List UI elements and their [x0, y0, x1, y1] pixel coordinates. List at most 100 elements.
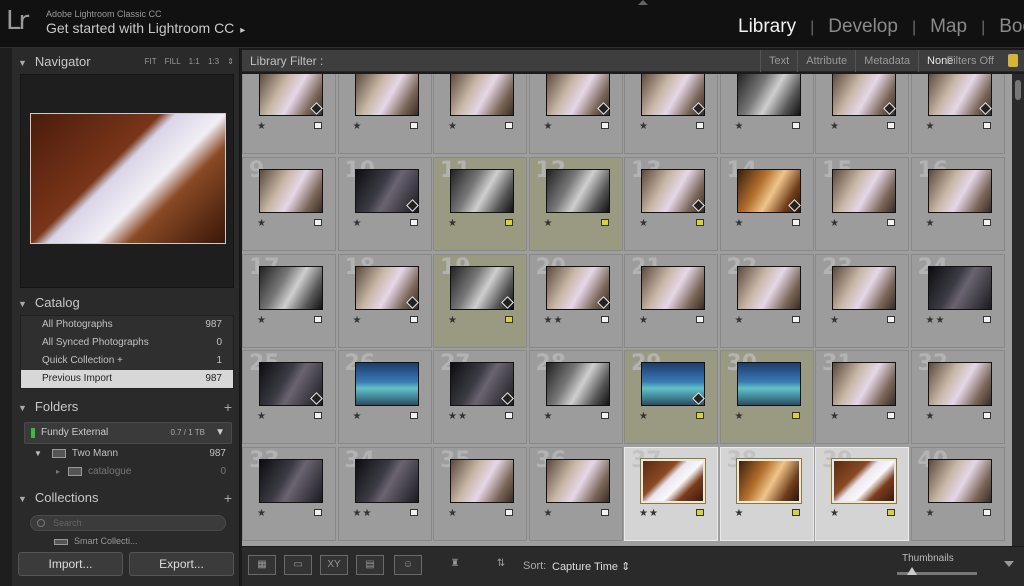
color-label-icon[interactable]	[314, 218, 322, 226]
color-label-icon[interactable]	[505, 315, 513, 323]
star-rating[interactable]: ★	[735, 121, 745, 132]
grid-cell[interactable]: 34★★	[337, 447, 432, 542]
grid-cell[interactable]: 17★	[242, 253, 336, 348]
star-rating[interactable]: ★	[257, 508, 267, 519]
star-rating[interactable]: ★★	[926, 315, 946, 326]
star-rating[interactable]: ★	[544, 218, 554, 229]
add-folder-icon[interactable]: +	[224, 399, 232, 415]
filter-preset-select[interactable]: Filters Off	[947, 50, 994, 72]
photo-thumbnail[interactable]	[354, 74, 419, 116]
grid-cell[interactable]: 39★	[815, 447, 909, 542]
star-rating[interactable]: ★	[830, 315, 840, 326]
star-rating[interactable]: ★	[544, 121, 554, 132]
photo-thumbnail[interactable]	[831, 458, 897, 505]
grid-cell[interactable]: ★	[433, 74, 527, 154]
grid-cell[interactable]: 30★	[719, 350, 814, 445]
star-rating[interactable]: ★	[926, 121, 936, 132]
star-rating[interactable]: ★	[735, 315, 745, 326]
grid-cell[interactable]: ★	[242, 74, 336, 154]
star-rating[interactable]: ★	[639, 218, 649, 229]
left-panel-edge[interactable]	[0, 48, 12, 586]
photo-thumbnail[interactable]	[450, 168, 514, 213]
star-rating[interactable]: ★	[544, 411, 554, 422]
grid-cell[interactable]: 11★	[433, 156, 527, 251]
star-rating[interactable]: ★	[448, 121, 458, 132]
folder-expand-icon[interactable]: ▼	[34, 449, 42, 458]
sort-select[interactable]: Capture Time ⇕	[552, 560, 630, 573]
grid-view-icon[interactable]: ▦	[248, 555, 276, 575]
grid-scrollbar[interactable]	[1012, 74, 1024, 546]
color-label-icon[interactable]	[982, 122, 991, 129]
color-label-icon[interactable]	[982, 218, 991, 226]
photo-grid[interactable]: ★★★★★★★★9★10★11★12★13★14★15★16★17★18★19★…	[242, 74, 1012, 546]
color-label-icon[interactable]	[696, 218, 704, 226]
star-rating[interactable]: ★	[735, 411, 745, 422]
thumbnail-size-knob[interactable]	[907, 567, 917, 575]
grid-cell[interactable]: 21★	[624, 253, 718, 348]
catalog-header[interactable]: ▼ Catalog	[18, 295, 236, 317]
grid-cell[interactable]: 25★	[242, 350, 336, 445]
catalog-item-all-photographs[interactable]: All Photographs 987	[21, 316, 233, 334]
color-label-icon[interactable]	[887, 218, 895, 226]
grid-cell[interactable]: 20★★	[528, 253, 623, 348]
color-label-icon[interactable]	[409, 509, 418, 517]
grid-cell[interactable]: 24★★	[910, 253, 1005, 348]
photo-thumbnail[interactable]	[927, 459, 992, 504]
star-rating[interactable]: ★	[926, 218, 936, 229]
photo-thumbnail[interactable]	[736, 74, 801, 116]
lock-icon[interactable]	[1008, 54, 1018, 67]
photo-thumbnail[interactable]	[927, 168, 992, 213]
module-map[interactable]: Map	[916, 16, 981, 38]
grid-cell[interactable]: 13★	[624, 156, 718, 251]
color-label-icon[interactable]	[887, 509, 895, 517]
grid-cell[interactable]: ★	[528, 74, 623, 154]
export-button[interactable]: Export...	[129, 552, 234, 576]
grid-cell[interactable]: ★	[910, 74, 1005, 154]
photo-thumbnail[interactable]	[259, 265, 323, 310]
scrollbar-thumb[interactable]	[1015, 80, 1021, 100]
collection-item-smart[interactable]: Smart Collecti...	[54, 536, 214, 546]
filter-tab-metadata[interactable]: Metadata	[855, 50, 918, 72]
grid-cell[interactable]: 26★	[337, 350, 432, 445]
photo-thumbnail[interactable]	[259, 168, 323, 213]
color-label-icon[interactable]	[696, 412, 704, 420]
photo-thumbnail[interactable]	[545, 459, 610, 504]
collections-header[interactable]: ▼ Collections +	[18, 490, 236, 512]
color-label-icon[interactable]	[600, 315, 609, 323]
star-rating[interactable]: ★	[353, 121, 363, 132]
star-rating[interactable]: ★	[735, 218, 745, 229]
star-rating[interactable]: ★★	[353, 508, 373, 519]
top-panel-toggle-icon[interactable]	[638, 0, 648, 5]
photo-thumbnail[interactable]	[736, 362, 801, 407]
catalog-item-previous-import[interactable]: Previous Import 987	[21, 370, 233, 388]
color-label-icon[interactable]	[791, 412, 800, 420]
module-develop[interactable]: Develop	[814, 16, 912, 38]
grid-cell[interactable]: 9 ★	[242, 156, 336, 251]
photo-thumbnail[interactable]	[927, 265, 992, 310]
color-label-icon[interactable]	[887, 315, 895, 323]
grid-cell[interactable]: 27★★	[433, 350, 527, 445]
grid-cell[interactable]: 28★	[528, 350, 623, 445]
star-rating[interactable]: ★	[448, 508, 458, 519]
color-label-icon[interactable]	[505, 412, 513, 420]
photo-thumbnail[interactable]	[545, 362, 610, 407]
star-rating[interactable]: ★	[353, 315, 363, 326]
star-rating[interactable]: ★	[639, 411, 649, 422]
star-rating[interactable]: ★	[257, 218, 267, 229]
photo-thumbnail[interactable]	[640, 458, 706, 505]
grid-cell[interactable]: ★	[337, 74, 432, 154]
grid-cell[interactable]: 18★	[337, 253, 432, 348]
get-started-link[interactable]: Get started with Lightroom CC ▸	[46, 20, 245, 36]
navigator-zoom-options[interactable]: FIT FILL 1:1 1:3 ⇕	[145, 57, 234, 66]
color-label-icon[interactable]	[791, 218, 800, 226]
folder-item-two-mann[interactable]: ▼ Two Mann 987	[34, 446, 230, 462]
photo-thumbnail[interactable]	[735, 458, 802, 505]
star-rating[interactable]: ★	[257, 315, 267, 326]
star-rating[interactable]: ★	[448, 315, 458, 326]
grid-cell[interactable]: ★	[815, 74, 909, 154]
grid-cell[interactable]: ★	[719, 74, 814, 154]
grid-cell[interactable]: 15★	[815, 156, 909, 251]
grid-cell[interactable]: 10★	[337, 156, 432, 251]
color-label-icon[interactable]	[409, 218, 418, 226]
grid-cell[interactable]: 31★	[815, 350, 909, 445]
